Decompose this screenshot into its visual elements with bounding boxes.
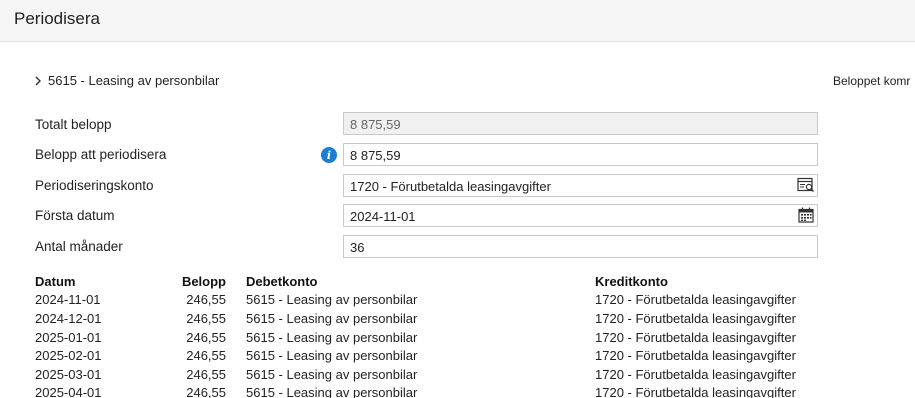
row-date: 2025-02-01 bbox=[35, 348, 102, 364]
row-debit: 5615 - Leasing av personbilar bbox=[246, 310, 418, 326]
months-count-label: Antal månader bbox=[35, 239, 123, 254]
chevron-right-icon bbox=[31, 74, 45, 88]
header-amount: Belopp bbox=[181, 273, 226, 289]
accrual-account-input[interactable]: 1720 - Förutbetalda leasingavgifter bbox=[343, 174, 818, 197]
calendar-icon[interactable] bbox=[796, 205, 816, 225]
table-row: 2024-11-01 246,55 5615 - Leasing av pers… bbox=[35, 291, 825, 310]
info-icon[interactable]: i bbox=[321, 147, 337, 163]
row-debit: 5615 - Leasing av personbilar bbox=[246, 366, 418, 382]
row-amount: 246,55 bbox=[186, 366, 226, 382]
table-header: Datum Belopp Debetkonto Kreditkonto bbox=[35, 272, 825, 291]
total-amount-label: Totalt belopp bbox=[35, 117, 112, 132]
row-debit: 5615 - Leasing av personbilar bbox=[246, 292, 418, 308]
amount-to-accrue-input[interactable]: 8 875,59 bbox=[343, 143, 818, 166]
table-row: 2024-12-01 246,55 5615 - Leasing av pers… bbox=[35, 309, 825, 328]
row-date: 2025-03-01 bbox=[35, 366, 102, 382]
first-date-input[interactable]: 2024-11-01 bbox=[343, 204, 818, 227]
table-row: 2025-03-01 246,55 5615 - Leasing av pers… bbox=[35, 365, 825, 384]
row-amount: 246,55 bbox=[186, 292, 226, 308]
header-date: Datum bbox=[35, 273, 76, 289]
months-count-input[interactable]: 36 bbox=[343, 235, 818, 258]
account-section-label: 5615 - Leasing av personbilar bbox=[48, 73, 220, 88]
page-title: Periodisera bbox=[14, 9, 100, 28]
row-amount: 246,55 bbox=[186, 329, 226, 345]
accrual-schedule-table: Datum Belopp Debetkonto Kreditkonto 2024… bbox=[35, 272, 825, 398]
page-header: Periodisera bbox=[0, 0, 915, 42]
table-row: 2025-01-01 246,55 5615 - Leasing av pers… bbox=[35, 328, 825, 347]
row-credit: 1720 - Förutbetalda leasingavgifter bbox=[595, 366, 796, 382]
row-date: 2024-11-01 bbox=[35, 292, 101, 308]
header-credit: Kreditkonto bbox=[595, 273, 668, 289]
account-section-toggle[interactable]: 5615 - Leasing av personbilar bbox=[31, 73, 219, 88]
row-debit: 5615 - Leasing av personbilar bbox=[246, 385, 418, 398]
row-amount: 246,55 bbox=[186, 348, 226, 364]
right-note: Beloppet komr bbox=[833, 74, 911, 88]
header-debit: Debetkonto bbox=[246, 273, 318, 289]
search-list-icon[interactable] bbox=[796, 175, 816, 195]
row-credit: 1720 - Förutbetalda leasingavgifter bbox=[595, 385, 796, 398]
row-amount: 246,55 bbox=[186, 385, 226, 398]
row-amount: 246,55 bbox=[186, 310, 226, 326]
row-credit: 1720 - Förutbetalda leasingavgifter bbox=[595, 348, 796, 364]
row-credit: 1720 - Förutbetalda leasingavgifter bbox=[595, 329, 796, 345]
row-date: 2025-04-01 bbox=[35, 385, 102, 398]
table-row: 2025-02-01 246,55 5615 - Leasing av pers… bbox=[35, 346, 825, 365]
row-debit: 5615 - Leasing av personbilar bbox=[246, 329, 418, 345]
row-credit: 1720 - Förutbetalda leasingavgifter bbox=[595, 292, 796, 308]
amount-to-accrue-label: Belopp att periodisera bbox=[35, 147, 167, 162]
accrual-account-label: Periodiseringskonto bbox=[35, 178, 154, 193]
total-amount-field: 8 875,59 bbox=[343, 112, 818, 135]
table-row: 2025-04-01 246,55 5615 - Leasing av pers… bbox=[35, 384, 825, 398]
row-credit: 1720 - Förutbetalda leasingavgifter bbox=[595, 310, 796, 326]
row-date: 2025-01-01 bbox=[35, 329, 102, 345]
row-debit: 5615 - Leasing av personbilar bbox=[246, 348, 418, 364]
row-date: 2024-12-01 bbox=[35, 310, 102, 326]
first-date-label: Första datum bbox=[35, 208, 115, 223]
